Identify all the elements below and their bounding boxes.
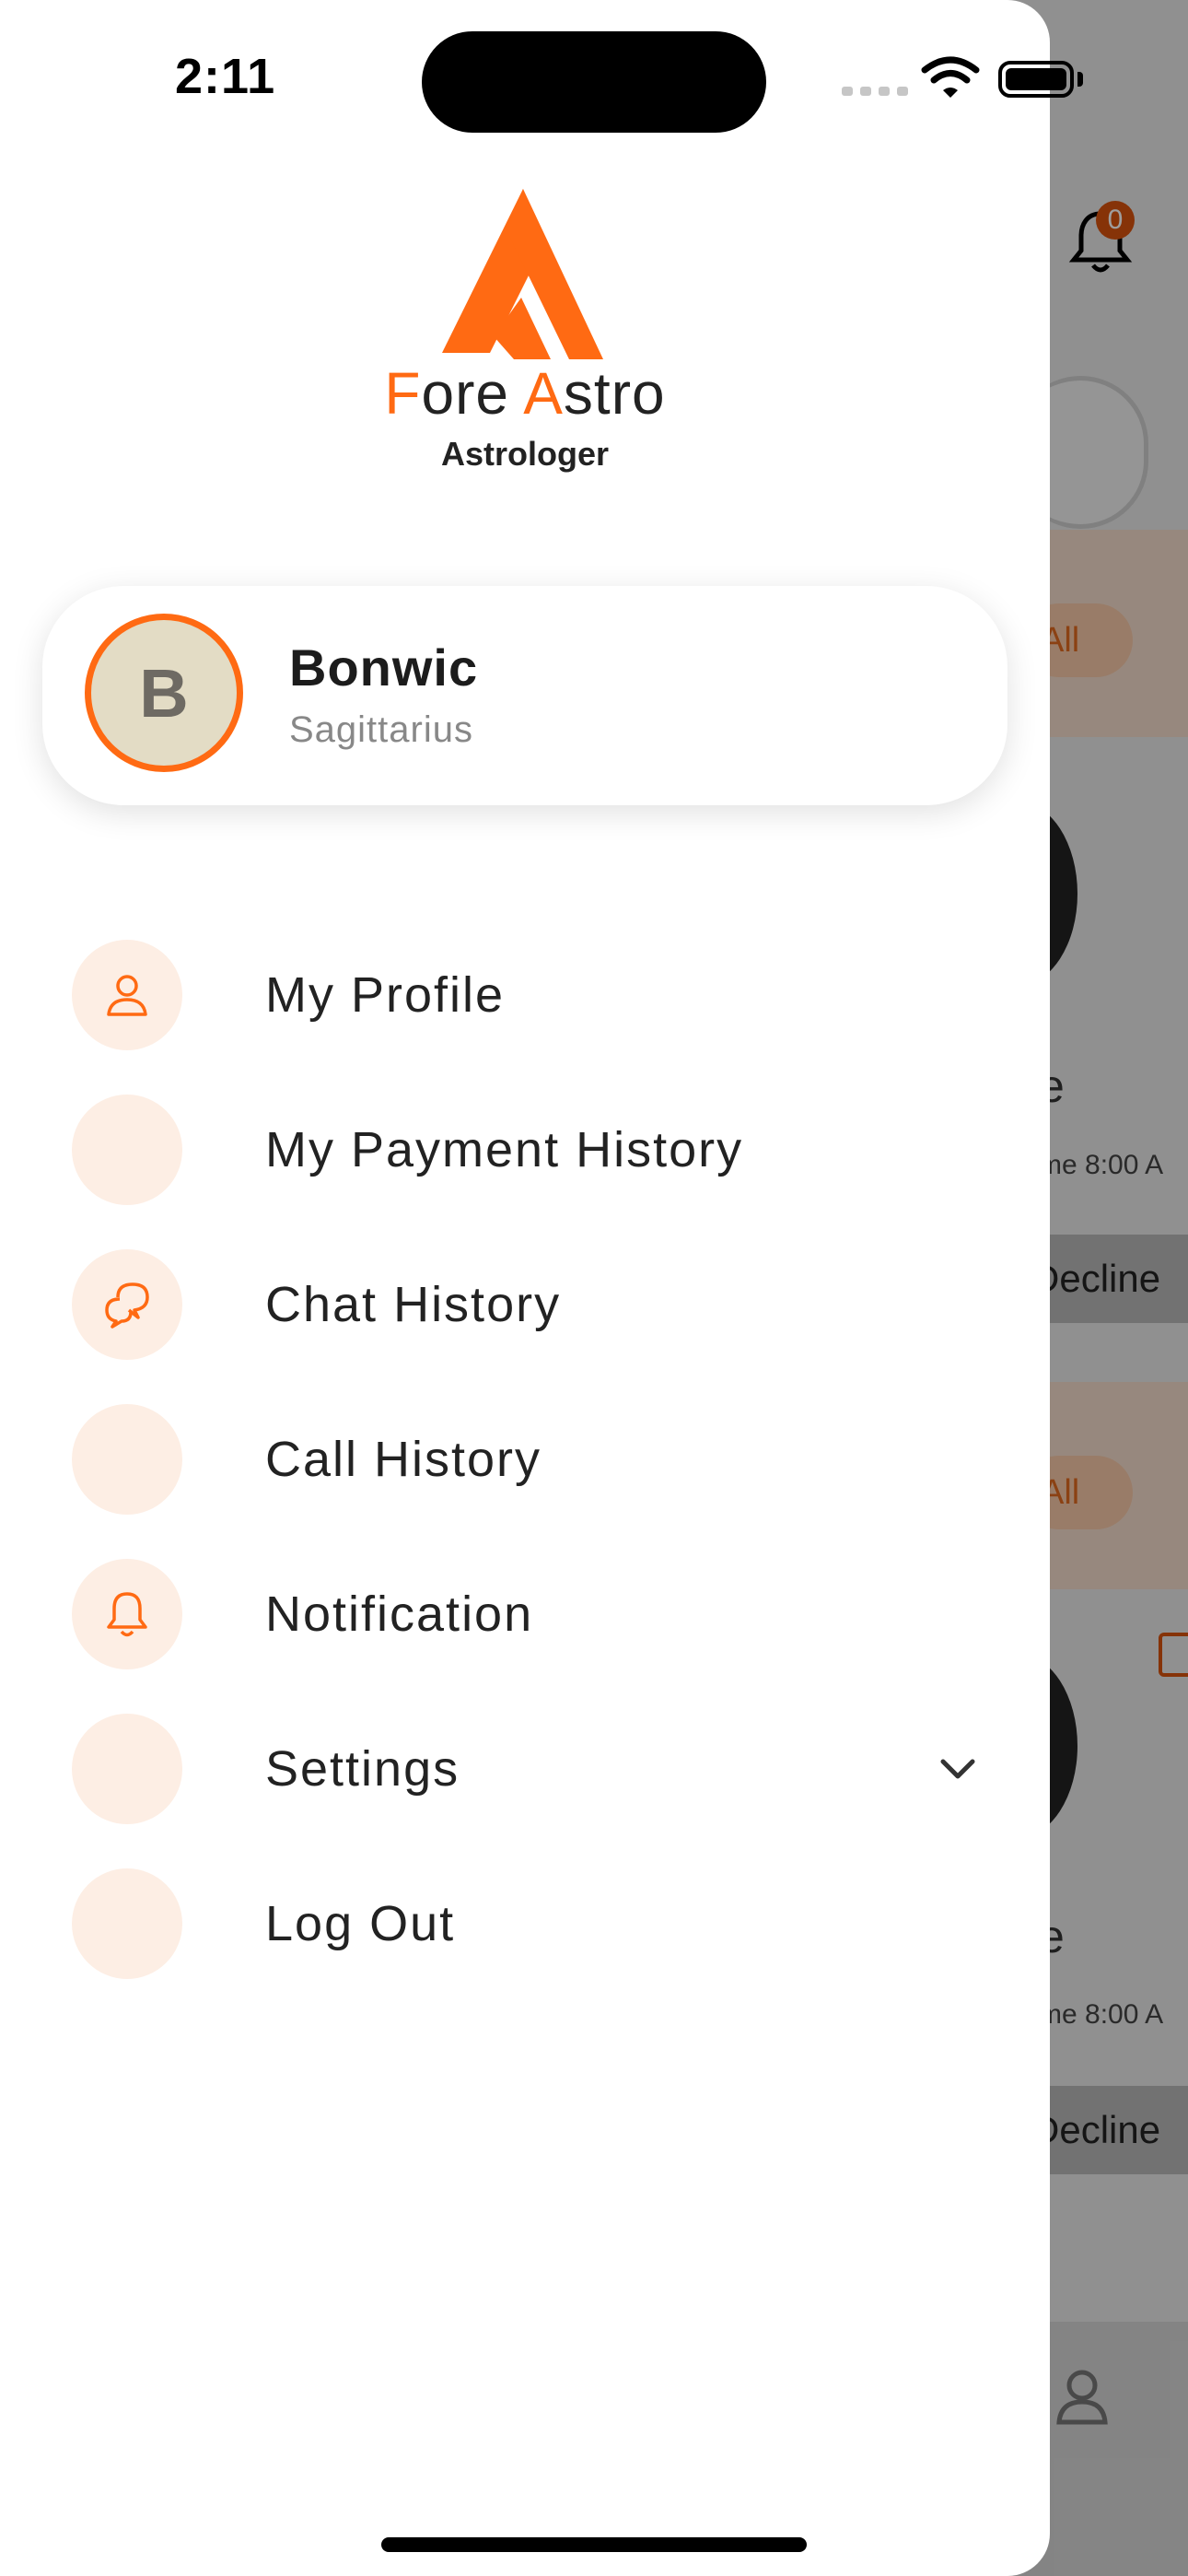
fore-astro-logo-icon [442,189,603,359]
menu-icon-bg [72,1249,182,1360]
menu-icon-bg [72,1714,182,1824]
menu-item-log-out[interactable]: Log Out [72,1868,993,1979]
menu-item-my-profile[interactable]: My Profile [72,940,993,1050]
menu-icon-bg [72,1559,182,1669]
dynamic-island [422,31,766,133]
menu-label: Chat History [265,1277,562,1332]
menu-label: Notification [265,1587,534,1642]
menu-label: My Profile [265,967,506,1023]
menu-item-my-payment-history[interactable]: My Payment History [72,1095,993,1205]
menu-icon-bg [72,1095,182,1205]
menu-icon-bg [72,940,182,1050]
menu-icon-bg [72,1868,182,1979]
menu-label: Call History [265,1432,542,1487]
menu-item-call-history[interactable]: Call History [72,1404,993,1515]
brand-subtitle: Astrologer [440,435,610,473]
menu-label: Log Out [265,1896,456,1951]
chat-icon [105,1282,149,1329]
wifi-icon [921,56,980,98]
profile-card[interactable]: B Bonwic Sagittarius [42,586,1007,805]
home-indicator [381,2537,807,2552]
status-time: 2:11 [175,49,276,104]
bell-icon [107,1592,147,1637]
chevron-down-icon[interactable] [938,1751,978,1787]
menu-label: My Payment History [265,1122,744,1177]
menu-item-notification[interactable]: Notification [72,1559,993,1669]
profile-name: Bonwic [289,638,479,697]
user-icon [107,975,147,1016]
cellular-signal-icon [842,87,908,96]
menu-icon-bg [72,1404,182,1515]
brand-name: Fore Astro [384,360,666,427]
battery-cap [1077,72,1083,87]
menu-item-chat-history[interactable]: Chat History [72,1249,993,1360]
battery-icon [998,61,1074,98]
menu-label: Settings [265,1741,460,1797]
menu-item-settings[interactable]: Settings [72,1714,993,1824]
profile-zodiac: Sagittarius [289,709,473,750]
side-drawer: 2:11 Fore Astro Astrologer B Bonwic Sagi… [0,0,1083,2576]
avatar: B [85,614,243,772]
